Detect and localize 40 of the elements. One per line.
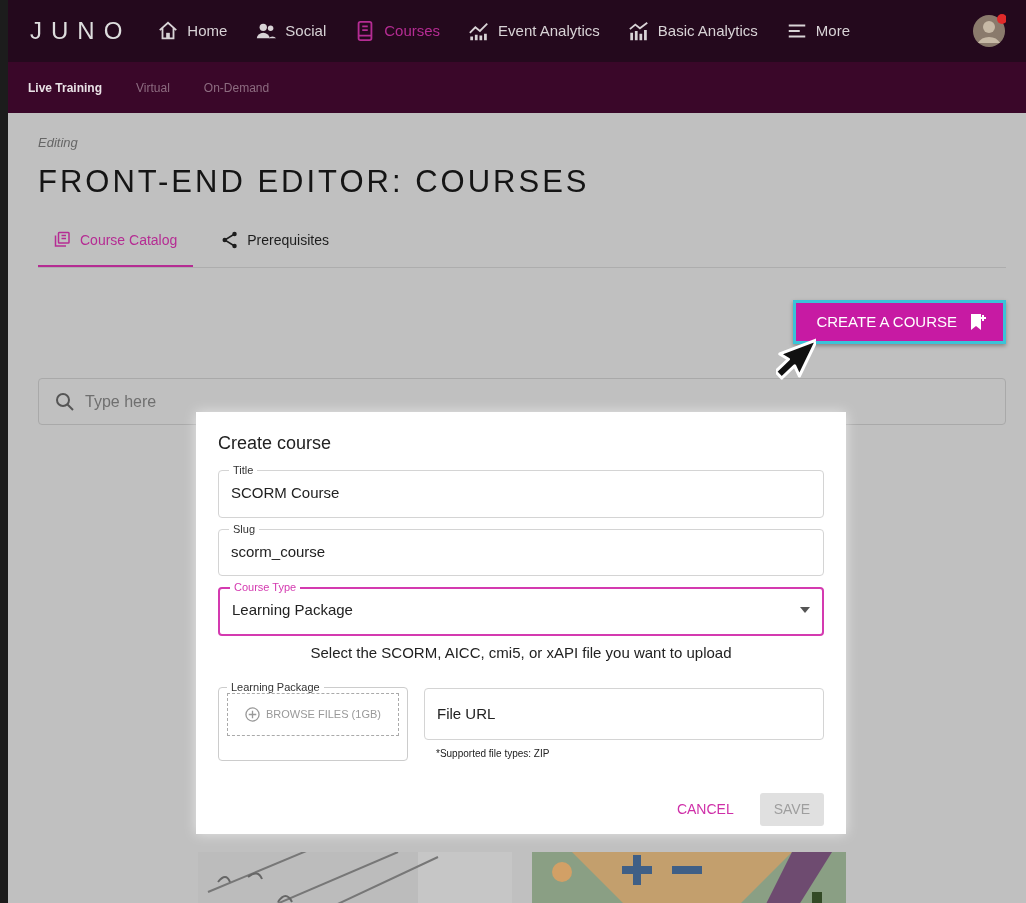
upload-hint: Select the SCORM, AICC, cmi5, or xAPI file you want to upload: [309, 642, 733, 663]
nav-item[interactable]: Home: [155, 15, 230, 47]
helper-text: *Supported file types: ZIP: [436, 747, 551, 761]
nav-item[interactable]: More: [783, 15, 853, 47]
nav-item[interactable]: Social: [253, 15, 329, 47]
add-icon: [245, 706, 261, 722]
caret-icon: [800, 607, 810, 614]
home-icon: [157, 20, 180, 42]
cancel-button[interactable]: CANCEL: [666, 793, 744, 826]
field-label: Course Type: [233, 582, 298, 593]
bar-chart-icon: [627, 20, 650, 42]
subnav-item[interactable]: Virtual: [134, 76, 172, 99]
field-label: Title: [232, 465, 255, 476]
page-title: FRONT-END EDITOR: COURSES: [38, 162, 591, 200]
field-label: Learning Package: [230, 682, 321, 693]
input-field[interactable]: Title SCORM Course: [218, 465, 824, 518]
catalog-icon: [54, 231, 72, 250]
bookmark-icon: [969, 312, 987, 331]
nav-item[interactable]: Basic Analytics: [625, 15, 760, 47]
placeholder-text: File URL: [437, 703, 496, 724]
select-field[interactable]: Course Type Learning Package: [218, 582, 824, 636]
file-url-field[interactable]: File URL: [424, 688, 824, 740]
tab[interactable]: Prerequisites: [205, 219, 345, 267]
input-field[interactable]: Slug scorm_course: [218, 523, 824, 576]
brand-logo[interactable]: JUNO: [30, 13, 132, 49]
subnav-item[interactable]: On-Demand: [201, 76, 272, 99]
placeholder-text: Type here: [85, 391, 157, 412]
avatar[interactable]: [972, 14, 1006, 48]
search-icon: [55, 391, 75, 412]
dialog-title: Create course: [218, 432, 333, 455]
field-value: scorm_course: [231, 541, 326, 562]
field-label: Slug: [232, 523, 257, 535]
field-value: SCORM Course: [231, 483, 340, 503]
page-eyebrow: Editing: [38, 134, 79, 152]
create-course-button[interactable]: CREATE A COURSE: [793, 299, 1006, 345]
nav-item[interactable]: Event Analytics: [466, 15, 602, 47]
subnav-item[interactable]: Live Training: [26, 76, 104, 99]
line-chart-icon: [468, 20, 491, 42]
field-value: Learning Package: [232, 600, 353, 620]
share-icon: [221, 231, 240, 250]
